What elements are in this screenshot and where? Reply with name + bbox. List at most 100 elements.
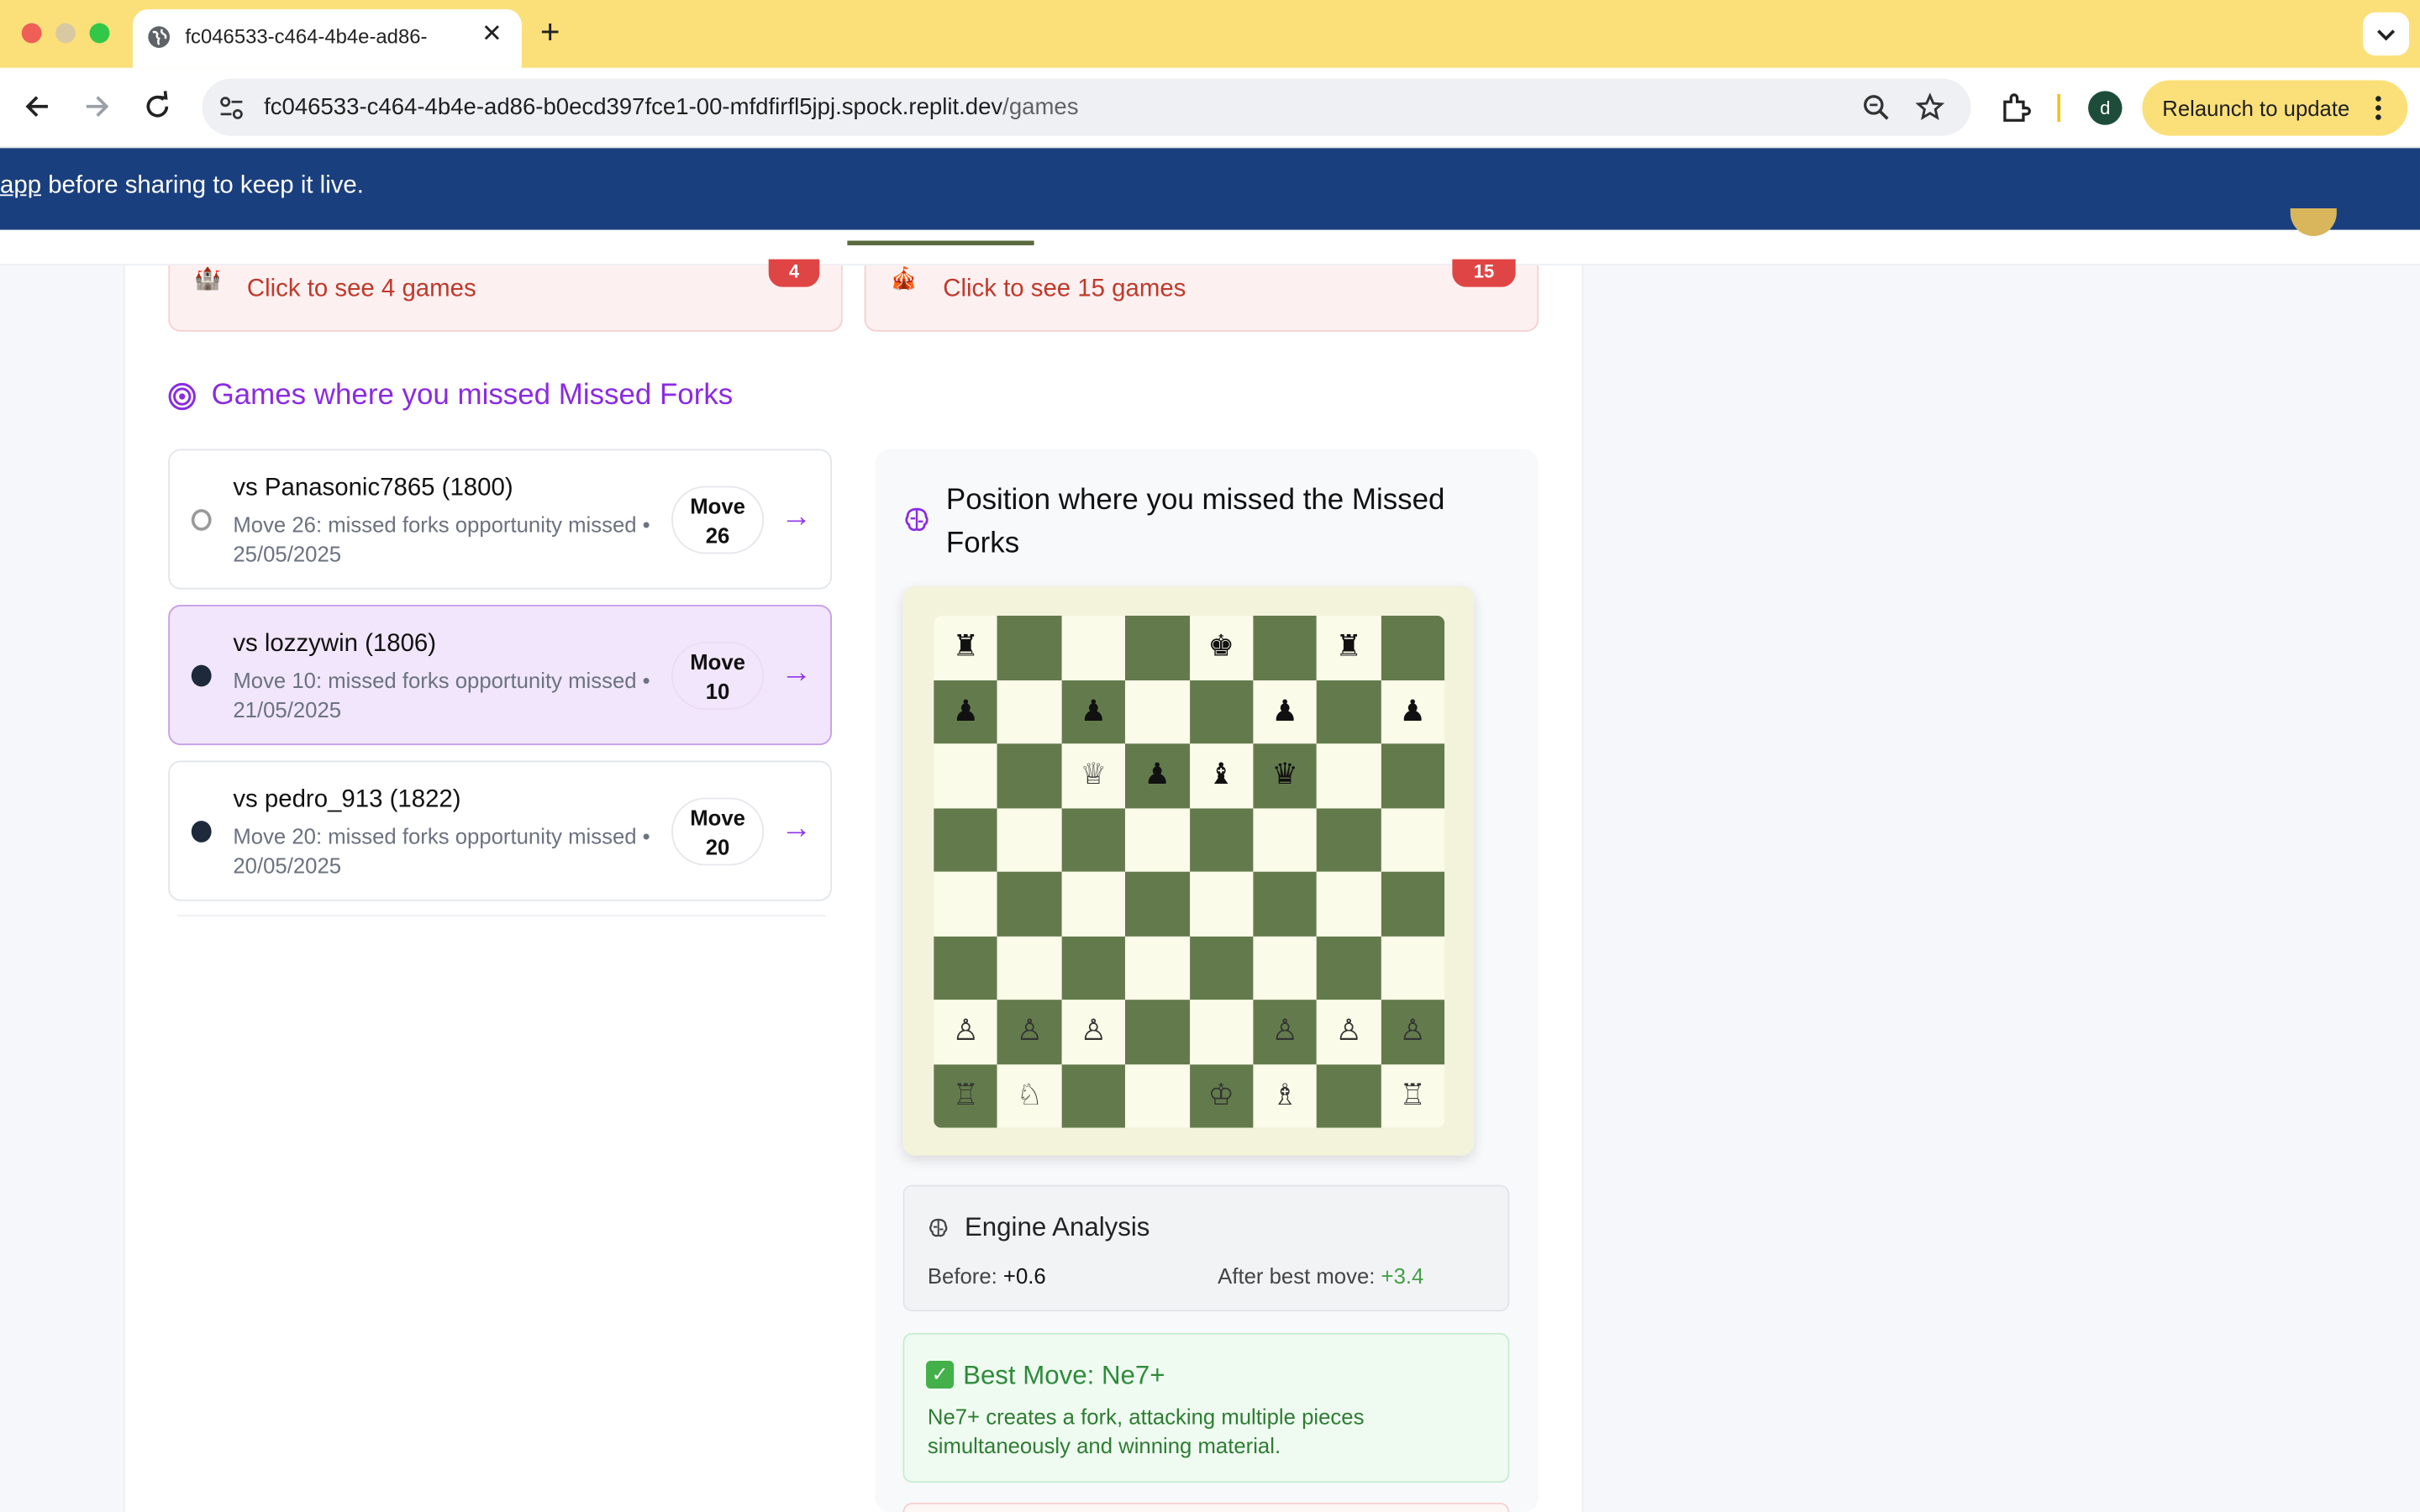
board-square[interactable] — [997, 743, 1062, 808]
board-square[interactable] — [997, 871, 1062, 936]
board-square[interactable] — [1189, 935, 1254, 1000]
board-square[interactable] — [934, 935, 998, 1000]
new-tab-button[interactable]: + — [540, 13, 560, 51]
board-square[interactable]: ♔ — [1189, 1063, 1254, 1128]
chessboard[interactable]: ♜ ♚ ♜ ♟ ♟ ♟ ♟ ♕ ♟ ♝ ♛ ♙ ♙ ♙ ♙ ♙ ♙ ♖ ♘ ♔ ♗ ♖ — [934, 615, 1445, 1128]
board-square[interactable]: ♖ — [934, 1063, 998, 1128]
board-square[interactable] — [1061, 1063, 1126, 1128]
game-card[interactable]: vs lozzywin (1806) Move 10: missed forks… — [168, 604, 832, 746]
board-square[interactable]: ♟ — [934, 680, 998, 744]
more-menu-icon[interactable] — [2374, 94, 2383, 122]
board-square[interactable]: ♜ — [934, 615, 998, 680]
arrow-right-icon[interactable]: → — [781, 811, 812, 847]
board-square[interactable]: ♙ — [1381, 1000, 1445, 1064]
minimize-window-button[interactable] — [55, 23, 76, 44]
board-square[interactable] — [1381, 807, 1445, 872]
board-square[interactable]: ♚ — [1189, 615, 1254, 680]
board-square[interactable] — [1253, 807, 1318, 872]
board-square[interactable] — [997, 807, 1062, 872]
white-pawn-icon[interactable]: ♙ — [1400, 1016, 1426, 1048]
black-pawn-icon[interactable]: ♟ — [1400, 695, 1426, 727]
category-card[interactable]: 🏰 Click to see 4 games 4 — [168, 259, 843, 332]
game-card[interactable]: vs pedro_913 (1822) Move 20: missed fork… — [168, 760, 832, 901]
black-pawn-icon[interactable]: ♟ — [1081, 695, 1107, 727]
white-queen-icon[interactable]: ♕ — [1081, 759, 1107, 792]
board-square[interactable] — [934, 871, 998, 936]
board-square[interactable] — [1061, 871, 1126, 936]
board-square[interactable] — [1317, 743, 1381, 808]
white-rook-icon[interactable]: ♖ — [1400, 1079, 1426, 1112]
maximize-window-button[interactable] — [89, 23, 110, 44]
board-square[interactable]: ♙ — [997, 1000, 1062, 1064]
white-pawn-icon[interactable]: ♙ — [953, 1016, 979, 1048]
arrow-right-icon[interactable]: → — [781, 500, 812, 535]
white-pawn-icon[interactable]: ♙ — [1017, 1016, 1043, 1048]
black-bishop-icon[interactable]: ♝ — [1208, 759, 1234, 792]
black-pawn-icon[interactable]: ♟ — [1144, 759, 1171, 792]
board-square[interactable]: ♙ — [934, 1000, 998, 1064]
board-square[interactable] — [934, 743, 998, 808]
board-square[interactable]: ♙ — [1253, 1000, 1318, 1064]
board-square[interactable] — [1381, 615, 1445, 680]
game-card[interactable]: vs Panasonic7865 (1800) Move 26: missed … — [168, 449, 832, 590]
board-square[interactable] — [1317, 1063, 1381, 1128]
board-square[interactable]: ♟ — [1125, 743, 1190, 808]
board-square[interactable] — [934, 807, 998, 872]
browser-tab[interactable]: fc046533-c464-4b4e-ad86- — [132, 9, 522, 68]
board-square[interactable] — [1125, 871, 1190, 936]
white-knight-icon[interactable]: ♘ — [1017, 1079, 1043, 1112]
board-square[interactable] — [1253, 871, 1318, 936]
back-arrow-icon[interactable] — [20, 90, 54, 123]
board-square[interactable] — [1381, 871, 1445, 936]
white-rook-icon[interactable]: ♖ — [953, 1079, 979, 1112]
board-square[interactable] — [1125, 680, 1190, 744]
site-settings-icon[interactable] — [218, 94, 245, 122]
board-square[interactable] — [1125, 807, 1190, 872]
board-square[interactable] — [1189, 807, 1254, 872]
board-square[interactable] — [997, 935, 1062, 1000]
board-square[interactable]: ♜ — [1317, 615, 1381, 680]
board-square[interactable] — [1125, 935, 1190, 1000]
board-square[interactable] — [1125, 1063, 1190, 1128]
board-square[interactable] — [1061, 615, 1126, 680]
board-square[interactable] — [997, 680, 1062, 744]
board-square[interactable] — [1317, 871, 1381, 936]
board-square[interactable] — [1381, 743, 1445, 808]
white-pawn-icon[interactable]: ♙ — [1336, 1016, 1362, 1048]
board-square[interactable]: ♗ — [1253, 1063, 1318, 1128]
board-square[interactable]: ♟ — [1381, 680, 1445, 744]
white-bishop-icon[interactable]: ♗ — [1272, 1079, 1298, 1112]
close-window-button[interactable] — [21, 23, 42, 44]
black-rook-icon[interactable]: ♜ — [1336, 631, 1362, 664]
board-square[interactable] — [1317, 680, 1381, 744]
board-square[interactable]: ♙ — [1061, 1000, 1126, 1064]
tab-list-button[interactable] — [2363, 12, 2410, 56]
zoom-icon[interactable] — [1861, 92, 1891, 122]
board-square[interactable] — [997, 615, 1062, 680]
board-square[interactable] — [1317, 807, 1381, 872]
board-square[interactable] — [1253, 615, 1318, 680]
board-square[interactable]: ♟ — [1061, 680, 1126, 744]
black-pawn-icon[interactable]: ♟ — [1272, 695, 1298, 727]
close-tab-icon[interactable]: ✕ — [481, 18, 502, 50]
board-square[interactable] — [1061, 807, 1126, 872]
board-square[interactable] — [1125, 1000, 1190, 1064]
board-square[interactable]: ♕ — [1061, 743, 1126, 808]
board-square[interactable] — [1253, 935, 1318, 1000]
arrow-right-icon[interactable]: → — [781, 656, 812, 691]
white-pawn-icon[interactable]: ♙ — [1081, 1016, 1107, 1048]
black-pawn-icon[interactable]: ♟ — [953, 695, 979, 727]
address-bar[interactable]: fc046533-c464-4b4e-ad86-b0ecd397fce1-00-… — [202, 78, 1971, 136]
board-square[interactable]: ♘ — [997, 1063, 1062, 1128]
banner-link[interactable]: app — [0, 173, 41, 199]
board-square[interactable] — [1189, 871, 1254, 936]
category-card[interactable]: 🎪 Click to see 15 games 15 — [864, 259, 1539, 332]
board-square[interactable]: ♖ — [1381, 1063, 1445, 1128]
white-king-icon[interactable]: ♔ — [1208, 1079, 1234, 1112]
user-avatar[interactable] — [2290, 207, 2337, 237]
relaunch-button[interactable]: Relaunch to update — [2142, 80, 2408, 136]
black-queen-icon[interactable]: ♛ — [1272, 759, 1298, 792]
forward-arrow-icon[interactable] — [81, 90, 114, 123]
reload-icon[interactable] — [140, 90, 174, 123]
board-square[interactable]: ♟ — [1253, 680, 1318, 744]
